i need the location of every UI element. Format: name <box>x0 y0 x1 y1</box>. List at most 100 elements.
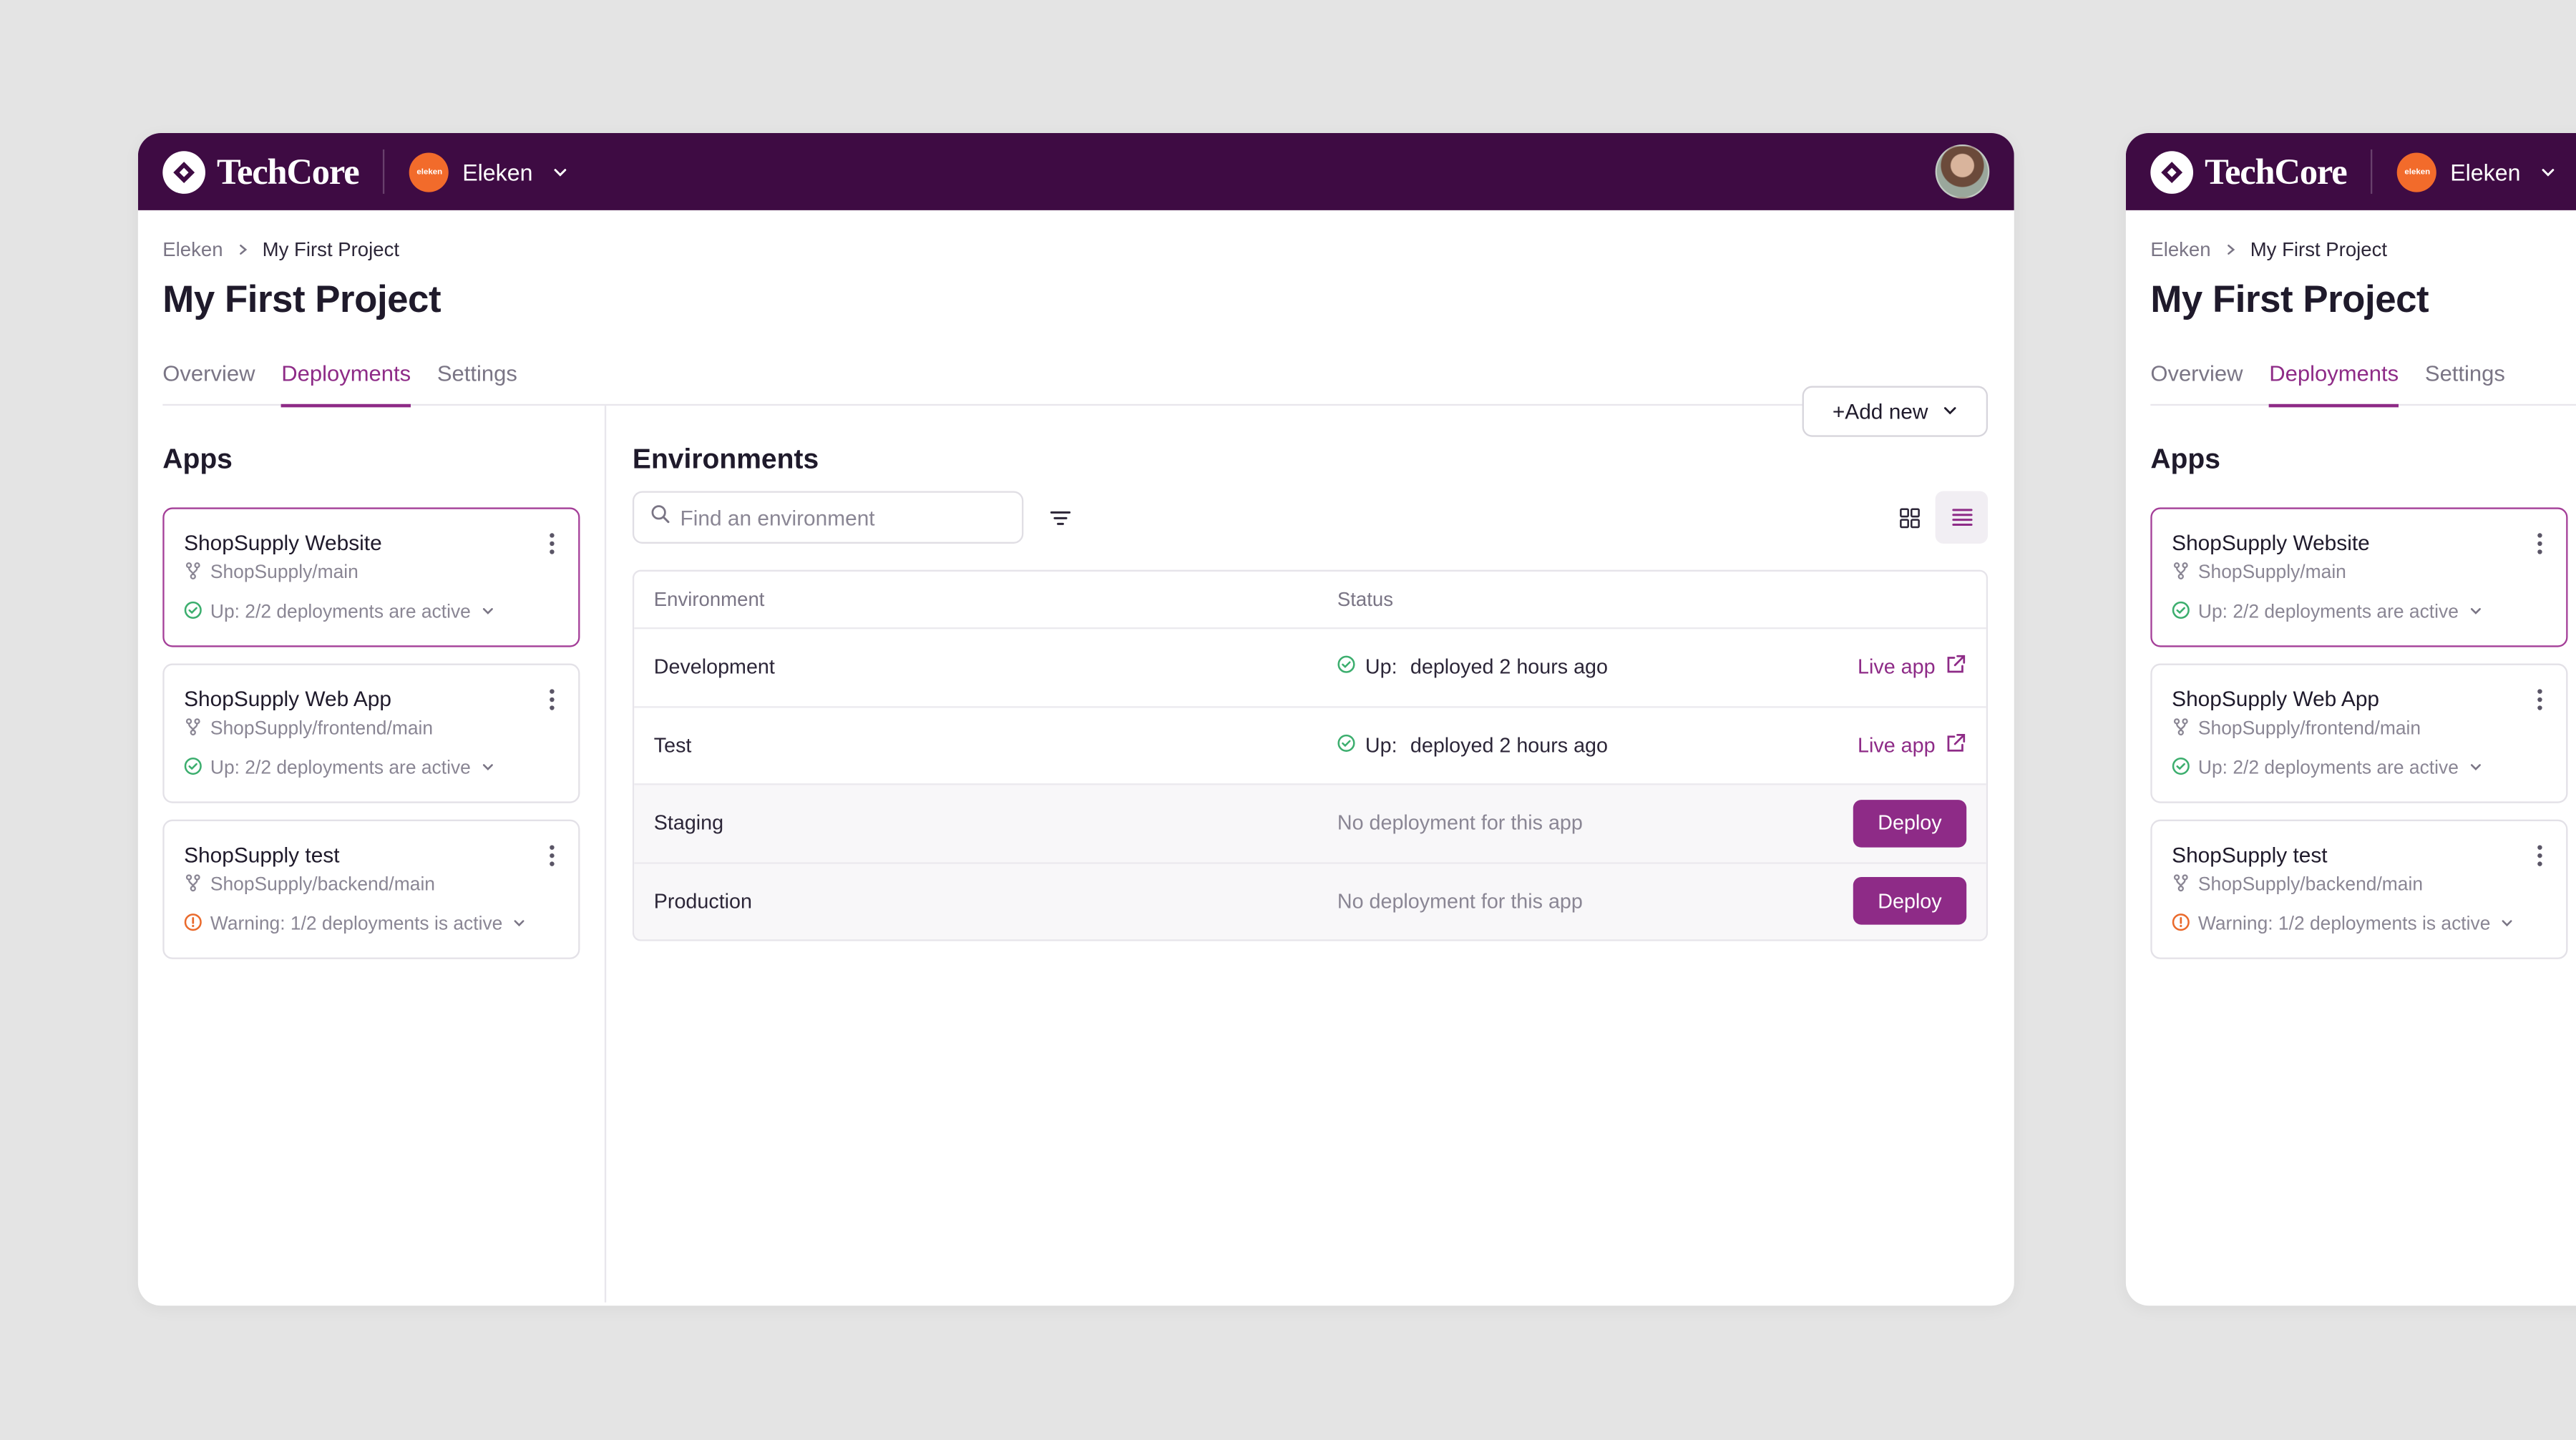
topbar-divider <box>383 149 386 194</box>
page-content: Eleken My First Project My First Project… <box>2126 238 2576 1306</box>
environments-panel: Environments E <box>606 406 1989 1303</box>
user-avatar[interactable] <box>1935 145 1990 199</box>
tab-settings[interactable]: Settings <box>2425 361 2505 406</box>
app-name: ShopSupply test <box>184 842 340 868</box>
search-input[interactable] <box>680 504 992 530</box>
chevron-down-icon <box>2467 602 2483 623</box>
app-name: ShopSupply test <box>2172 842 2328 868</box>
more-vertical-icon[interactable] <box>549 532 555 564</box>
breadcrumb-root[interactable]: Eleken <box>2150 238 2210 261</box>
warning-circle-icon <box>184 914 202 936</box>
app-card[interactable]: ShopSupply Web App ShopSupply/frontend/m… <box>2150 663 2568 803</box>
org-switcher[interactable]: eleken Eleken <box>2397 152 2557 192</box>
brand-logo[interactable]: TechCore <box>162 150 360 193</box>
env-status-text: deployed 2 hours ago <box>1410 733 1608 757</box>
more-vertical-icon[interactable] <box>2537 532 2543 564</box>
apps-panel: Apps ShopSupply Website ShopSupply/main … <box>2150 444 2576 1306</box>
page-content: Eleken My First Project My First Project… <box>138 238 2014 1303</box>
live-app-label: Live app <box>1858 733 1936 757</box>
more-vertical-icon[interactable] <box>2537 844 2543 876</box>
env-status-prefix: Up: <box>1365 655 1397 679</box>
tab-deployments[interactable]: Deployments <box>2269 361 2399 408</box>
page-title: My First Project <box>2150 278 2429 320</box>
breadcrumb: Eleken My First Project <box>162 238 1988 261</box>
chevron-down-icon <box>479 758 495 780</box>
live-app-label: Live app <box>1858 655 1936 679</box>
more-vertical-icon[interactable] <box>549 688 555 720</box>
env-action: Live app <box>1858 654 1966 680</box>
app-status[interactable]: Warning: 1/2 deployments is active <box>184 914 558 936</box>
check-circle-icon <box>184 601 202 624</box>
branch-icon <box>2172 717 2190 740</box>
env-action: Live app <box>1858 732 1966 758</box>
environments-title: Environments <box>632 443 819 475</box>
search-icon <box>650 503 670 532</box>
app-card[interactable]: ShopSupply Website ShopSupply/main Up: 2… <box>162 507 580 647</box>
deploy-button[interactable]: Deploy <box>1853 799 1967 848</box>
tab-bar: Overview Deployments Settings <box>2150 361 2576 408</box>
app-branch-text: ShopSupply/backend/main <box>210 875 436 896</box>
app-branch: ShopSupply/frontend/main <box>184 717 558 740</box>
env-action: Deploy <box>1853 877 1967 926</box>
more-vertical-icon[interactable] <box>549 844 555 876</box>
chevron-down-icon <box>2540 163 2557 180</box>
live-app-link[interactable]: Live app <box>1858 732 1966 758</box>
techcore-logo-icon <box>2150 150 2194 193</box>
table-row: Development Up: deployed 2 hours ago Liv… <box>634 627 1986 705</box>
branch-icon <box>2172 873 2190 896</box>
check-circle-icon <box>184 757 202 780</box>
app-status[interactable]: Up: 2/2 deployments are active <box>2172 757 2546 780</box>
app-card[interactable]: ShopSupply test ShopSupply/backend/main … <box>2150 819 2568 959</box>
top-bar: TechCore eleken Eleken <box>137 132 2014 210</box>
chevron-down-icon <box>2467 758 2483 780</box>
breadcrumb-root[interactable]: Eleken <box>162 238 223 261</box>
live-app-link[interactable]: Live app <box>1858 654 1966 680</box>
secondary-window: TechCore eleken Eleken Eleken My First P… <box>2125 132 2576 1306</box>
brand-name: TechCore <box>2205 150 2348 192</box>
brand-logo[interactable]: TechCore <box>2150 150 2348 193</box>
app-name: ShopSupply Website <box>2172 530 2370 556</box>
chevron-down-icon <box>479 602 495 623</box>
check-circle-icon <box>1337 656 1355 679</box>
app-branch: ShopSupply/backend/main <box>184 873 558 896</box>
app-status[interactable]: Up: 2/2 deployments are active <box>2172 601 2546 624</box>
app-branch-text: ShopSupply/main <box>2197 563 2346 584</box>
grid-view-icon[interactable] <box>1883 491 1935 543</box>
more-vertical-icon[interactable] <box>2537 688 2543 720</box>
app-name: ShopSupply Website <box>184 530 382 556</box>
app-status-text: Up: 2/2 deployments are active <box>210 758 471 779</box>
app-status-text: Warning: 1/2 deployments is active <box>2197 914 2491 935</box>
org-switcher[interactable]: eleken Eleken <box>409 152 569 192</box>
app-card[interactable]: ShopSupply test ShopSupply/backend/main … <box>162 819 580 959</box>
column-header-status: Status <box>1337 587 1393 612</box>
topbar-divider <box>2371 149 2373 194</box>
app-status[interactable]: Up: 2/2 deployments are active <box>184 757 558 780</box>
env-name: Development <box>653 655 775 679</box>
tab-overview[interactable]: Overview <box>2150 361 2243 406</box>
apps-title: Apps <box>162 443 233 475</box>
column-header-environment: Environment <box>653 587 765 612</box>
tab-settings[interactable]: Settings <box>437 361 517 406</box>
deploy-button[interactable]: Deploy <box>1853 877 1967 926</box>
env-status-prefix: Up: <box>1365 733 1397 757</box>
environments-table: Environment Status Development Up: deplo… <box>632 569 1989 941</box>
external-link-icon <box>1945 654 1966 680</box>
branch-icon <box>184 562 202 584</box>
org-avatar: eleken <box>409 152 449 192</box>
app-card[interactable]: ShopSupply Web App ShopSupply/frontend/m… <box>162 663 580 803</box>
filter-icon[interactable] <box>1050 509 1071 526</box>
app-status[interactable]: Up: 2/2 deployments are active <box>184 601 558 624</box>
tab-overview[interactable]: Overview <box>162 361 255 406</box>
environments-toolbar <box>632 491 1989 544</box>
env-action: Deploy <box>1853 799 1967 848</box>
breadcrumb-current: My First Project <box>262 237 400 262</box>
tab-deployments[interactable]: Deployments <box>281 361 411 408</box>
list-view-icon[interactable] <box>1935 491 1989 544</box>
chevron-down-icon <box>2499 914 2515 936</box>
techcore-logo-icon <box>162 150 205 193</box>
chevron-down-icon <box>511 914 527 936</box>
app-card[interactable]: ShopSupply Website ShopSupply/main Up: 2… <box>2150 507 2568 647</box>
app-status[interactable]: Warning: 1/2 deployments is active <box>2172 914 2546 936</box>
breadcrumb: Eleken My First Project <box>2150 238 2576 261</box>
page-title: My First Project <box>162 278 441 320</box>
